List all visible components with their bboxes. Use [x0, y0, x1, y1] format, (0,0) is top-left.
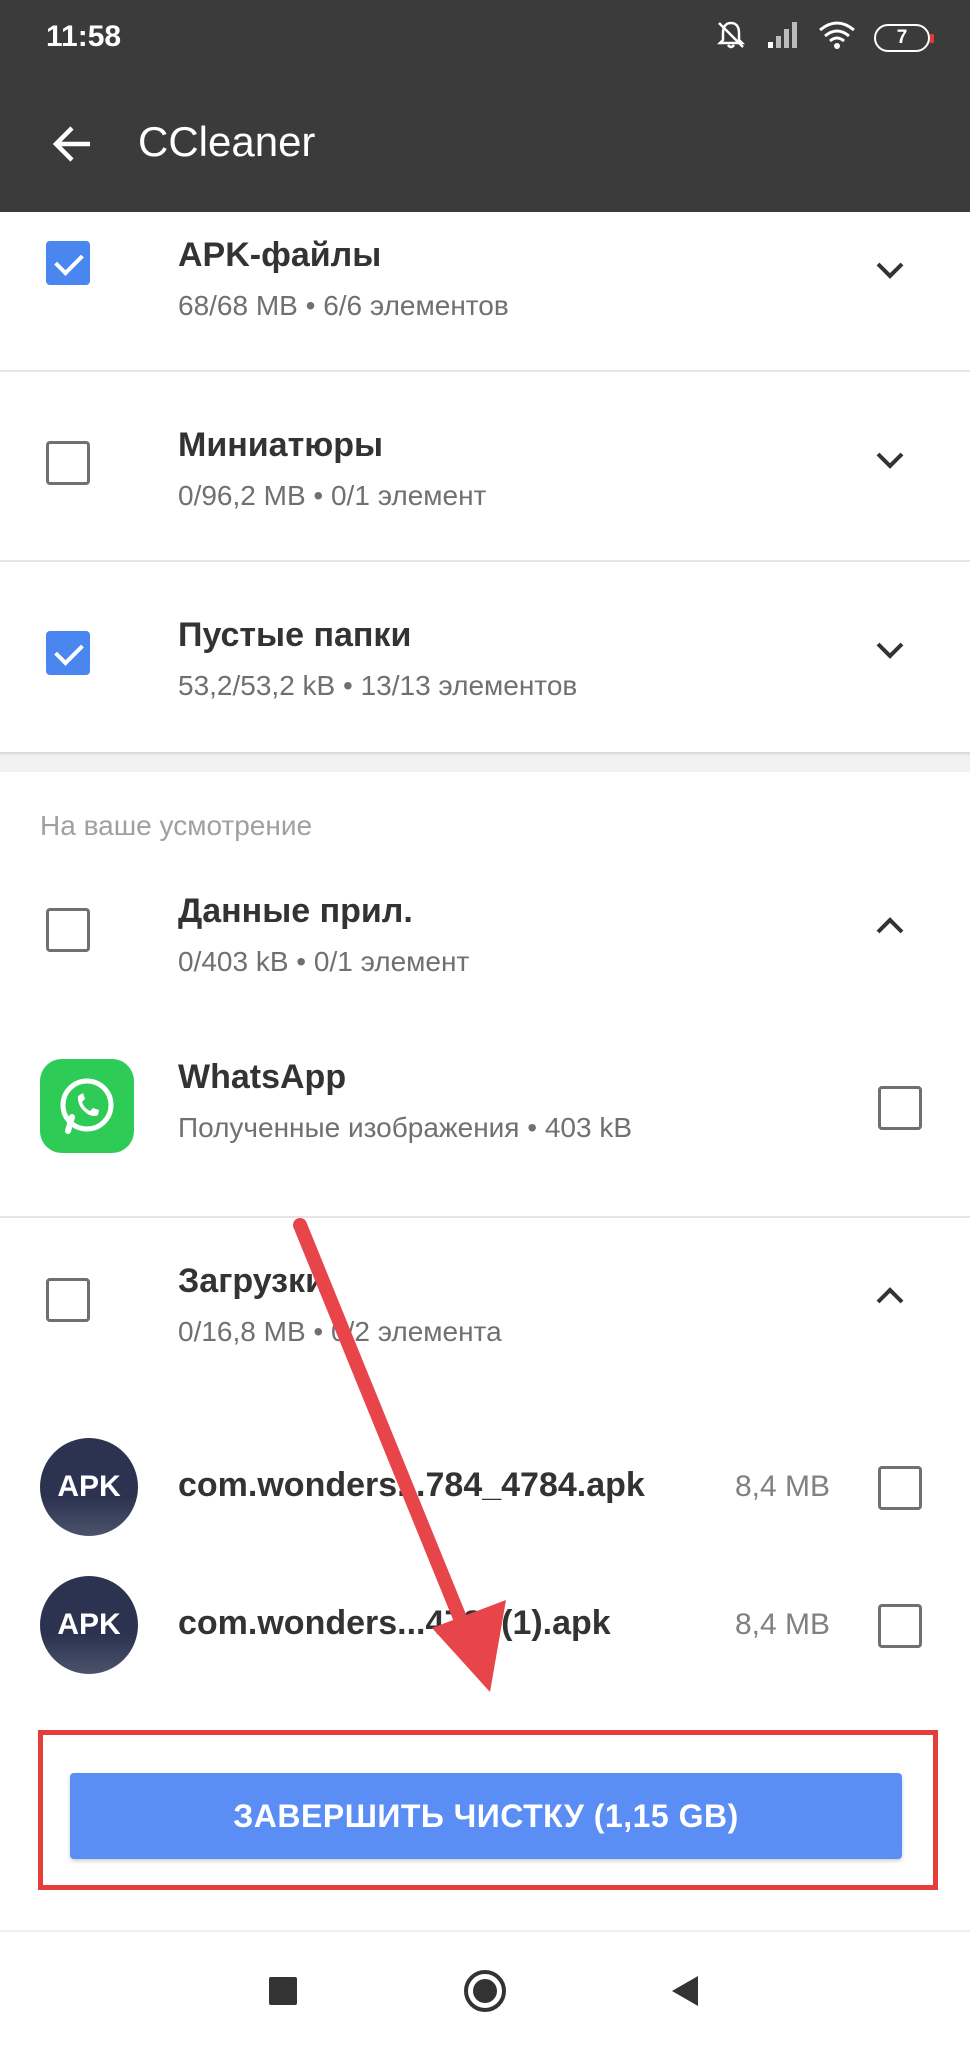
group-thumbnails[interactable]: Миниатюры 0/96,2 MB • 0/1 элемент [0, 372, 970, 560]
apk-checkbox[interactable] [878, 1604, 922, 1648]
whatsapp-icon [40, 1059, 134, 1153]
cleanup-list: APK-файлы 68/68 MB • 6/6 элементов Миниа… [0, 212, 970, 1922]
wifi-icon [818, 20, 856, 55]
group-downloads[interactable]: Загрузки 0/16,8 MB • 0/2 элемента [0, 1218, 970, 1378]
group-subtitle: 0/96,2 MB • 0/1 элемент [178, 480, 487, 511]
group-subtitle: 53,2/53,2 kB • 13/13 элементов [178, 670, 578, 701]
file-name: com.wonders...4784(1).apk [178, 1604, 611, 1642]
group-title: Данные прил. [178, 892, 413, 930]
group-thumbnails-checkbox[interactable] [46, 441, 90, 485]
list-item-whatsapp[interactable]: WhatsApp Полученные изображения • 403 kB [0, 1032, 970, 1192]
arrow-back-icon [52, 126, 90, 162]
finish-cleaning-button[interactable]: ЗАВЕРШИТЬ ЧИСТКУ (1,15 GB) [70, 1773, 902, 1859]
chevron-up-icon[interactable] [872, 1278, 908, 1314]
group-title: Пустые папки [178, 616, 412, 654]
battery-icon: 7 [874, 23, 934, 52]
group-empty-folders[interactable]: Пустые папки 53,2/53,2 kB • 13/13 элемен… [0, 562, 970, 750]
signal-icon [766, 20, 800, 55]
app-bar: CCleaner [0, 76, 970, 212]
group-subtitle: 0/403 kB • 0/1 элемент [178, 946, 470, 977]
group-title: Миниатюры [178, 426, 384, 464]
apk-icon: APK [40, 1438, 138, 1536]
group-title: APK-файлы [178, 236, 382, 274]
group-apk-checkbox[interactable] [46, 241, 90, 285]
section-label: На ваше усмотрение [40, 810, 313, 841]
group-apk-files[interactable]: APK-файлы 68/68 MB • 6/6 элементов [0, 212, 970, 370]
file-name: com.wonders...784_4784.apk [178, 1466, 645, 1504]
group-subtitle: 68/68 MB • 6/6 элементов [178, 290, 509, 321]
status-icons: 7 [714, 18, 934, 57]
chevron-down-icon[interactable] [872, 252, 908, 288]
chevron-up-icon[interactable] [872, 908, 908, 944]
group-app-data[interactable]: Данные прил. 0/403 kB • 0/1 элемент [0, 862, 970, 1002]
group-app-data-checkbox[interactable] [46, 908, 90, 952]
back-triangle-icon[interactable] [660, 1966, 710, 2016]
recents-square-icon[interactable] [258, 1966, 308, 2016]
section-separator [0, 752, 970, 772]
home-circle-icon[interactable] [460, 1966, 510, 2016]
chevron-down-icon[interactable] [872, 632, 908, 668]
back-button[interactable] [40, 112, 104, 176]
navigation-bar [0, 1930, 970, 2048]
chevron-down-icon[interactable] [872, 442, 908, 478]
file-size: 8,4 MB [734, 1470, 830, 1503]
item-title: WhatsApp [178, 1058, 347, 1096]
group-title: Загрузки [178, 1262, 326, 1300]
group-downloads-checkbox[interactable] [46, 1278, 90, 1322]
mute-icon [714, 18, 748, 57]
status-time: 11:58 [46, 20, 122, 53]
file-size: 8,4 MB [734, 1608, 830, 1641]
apk-checkbox[interactable] [878, 1466, 922, 1510]
status-bar: 11:58 7 [0, 0, 970, 76]
group-subtitle: 0/16,8 MB • 0/2 элемента [178, 1316, 502, 1347]
group-empty-folders-checkbox[interactable] [46, 631, 90, 675]
apk-icon: APK [40, 1576, 138, 1674]
item-subtitle: Полученные изображения • 403 kB [178, 1112, 633, 1143]
whatsapp-checkbox[interactable] [878, 1086, 922, 1130]
list-item-apk[interactable]: APK com.wonders...4784(1).apk 8,4 MB [0, 1560, 970, 1690]
app-title: CCleaner [138, 118, 316, 165]
list-item-apk[interactable]: APK com.wonders...784_4784.apk 8,4 MB [0, 1422, 970, 1552]
